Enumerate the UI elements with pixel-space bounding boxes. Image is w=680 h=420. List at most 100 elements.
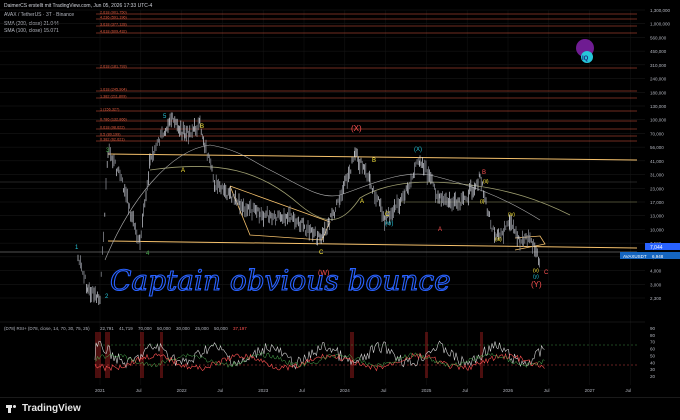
wave-b-top-label: B [200, 124, 204, 130]
wave-ii-label: (ii) [483, 179, 489, 185]
fib-level-label: 0.618 (98,622) [100, 126, 125, 130]
price-tick-label: 240,000 [650, 77, 667, 82]
price-tick-label: 310,000 [650, 63, 667, 68]
price-tick-label: 1,300,000 [650, 8, 671, 13]
time-tick-label: Jul [544, 388, 550, 393]
wave-b-label: B [372, 158, 376, 164]
time-tick-label: Jul [217, 388, 223, 393]
time-tick-label: Jul [462, 388, 468, 393]
grid [0, 9, 645, 385]
rsi-zone [95, 332, 101, 378]
captain-obvious-annotation: Captain obvious bounce [109, 263, 451, 297]
rsi-value-label: 41,719 [119, 326, 133, 331]
tradingview-logo-icon [6, 404, 18, 413]
wave-a2-label: A [360, 199, 364, 205]
svg-text:IQ: IQ [582, 56, 589, 62]
price-tick-label: 4,000 [650, 269, 662, 274]
fib-level-label: 4.618 (609,432) [100, 30, 128, 34]
wave-x-label: (X) [351, 124, 362, 133]
last-price: 7,044 [650, 245, 663, 251]
time-tick-label: Jul [136, 388, 142, 393]
price-tick-label: 180,000 [650, 90, 667, 95]
rsi-tick-label: 70 [650, 340, 656, 345]
wave-iv-label: (iv) [508, 212, 515, 218]
rsi-value-label: 37,197 [233, 326, 247, 331]
wave-iii-label: (iii) [495, 237, 502, 243]
svg-text:Captain obvious bounce: Captain obvious bounce [110, 264, 451, 297]
time-tick-label: 2024 [340, 388, 351, 393]
sma100-line [104, 144, 541, 261]
ticker-badge-price: 6,948 [652, 254, 664, 259]
rsi-zone [350, 332, 354, 378]
price-tick-label: 31,000 [650, 173, 664, 178]
rsi-value-label: 50,000 [157, 326, 171, 331]
rsi-tick-label: 80 [650, 333, 656, 338]
fib-level-label: 1.618 (245,904) [100, 88, 128, 92]
wave-c3-label: C [544, 270, 549, 276]
wave-a-label: A [181, 168, 185, 174]
price-tick-label: 17,000 [650, 200, 664, 205]
rsi-tick-label: 60 [650, 347, 656, 352]
price-tick-label: 10,000 [650, 227, 664, 232]
price-tick-label: 13,000 [650, 214, 664, 219]
rsi-tick-label: 90 [650, 326, 656, 331]
rsi-value-label: 70,000 [138, 326, 152, 331]
time-tick-label: 2027 [585, 388, 596, 393]
footer-bar: TradingView [0, 397, 680, 420]
price-chart[interactable]: 2.618 (901,750)4.236 (591,196) 3.618 (377… [0, 0, 680, 397]
channel-lines [0, 153, 638, 253]
rsi-header: (D78) RSI+ (D78, close, 14, 70, 30, 75, … [4, 326, 90, 331]
emoji-icon: IQ [576, 39, 594, 63]
price-tick-label: 100,000 [650, 118, 667, 123]
rsi-tick-label: 20 [650, 374, 656, 379]
wave-a3-label: A [438, 227, 442, 233]
rsi-tick-label: 30 [650, 367, 656, 372]
time-tick-label: 2025 [421, 388, 432, 393]
wave-2-label: 2 [105, 294, 109, 300]
fib-level-label: 1 (156,327) [100, 108, 120, 112]
price-tick-label: 130,000 [650, 104, 667, 109]
ticker-badge-label: AVAXUSDT [623, 254, 647, 259]
time-tick-label: Jul [381, 388, 387, 393]
price-tick-label: 70,000 [650, 131, 664, 136]
wave-w-label: (W) [318, 270, 329, 277]
time-tick-label: Jul [625, 388, 631, 393]
price-tick-label: 56,000 [650, 145, 664, 150]
time-tick-label: 2026 [503, 388, 514, 393]
rsi-axis: 90 80 70 6050 40 30 20 [650, 326, 656, 379]
rsi-value-label: 22,791 [100, 326, 114, 331]
rsi-overbought-zones [95, 332, 483, 378]
fib-level-label: 2.618 (181,793) [100, 65, 128, 69]
fib-level-label: 0.5 (80,199) [100, 133, 121, 137]
price-tick-label: 2,300 [650, 296, 662, 301]
price-tick-label: 3,000 [650, 282, 662, 287]
time-tick-label: 2023 [258, 388, 269, 393]
rsi-value-label: 50,000 [214, 326, 228, 331]
fib-level-label: 1.382 (211,809) [100, 95, 127, 99]
rsi-value-label: 25,000 [195, 326, 209, 331]
rsi-tick-label: 50 [650, 353, 656, 358]
rsi-panel: 22,791 41,719 70,000 50,000 30,000 25,000 50,0… [94, 326, 637, 372]
rsi-value-label: 30,000 [176, 326, 190, 331]
price-tick-label: 1,000,000 [650, 22, 671, 27]
fib-level-label: 0.786 (132,866) [100, 118, 128, 122]
wave-b2-label: B [482, 170, 486, 176]
wave-1-label: 1 [75, 245, 79, 251]
price-tick-label: 560,000 [650, 35, 667, 40]
price-tick-label: 450,000 [650, 49, 667, 54]
wave-i-label: (i) [480, 199, 485, 205]
fib-level-label: 2.618 (901,750) [100, 11, 128, 15]
fib-level-label: 3.618 (377,128) [100, 23, 128, 27]
price-tick-label: 23,000 [650, 186, 664, 191]
time-tick-label: 2022 [177, 388, 188, 393]
wave-5-label: 5 [163, 114, 167, 120]
tradingview-logo[interactable]: TradingView [6, 403, 81, 414]
fib-level-label: 0.382 (62,621) [100, 138, 125, 142]
price-tick-label: 41,000 [650, 159, 664, 164]
wave-c-label: C [319, 250, 324, 256]
wave-y-label: (Y) [531, 280, 542, 289]
brand-label: TradingView [22, 403, 81, 414]
rsi-tick-label: 40 [650, 360, 656, 365]
time-tick-label: Jul [299, 388, 305, 393]
wave-c2-label: C [385, 212, 390, 218]
